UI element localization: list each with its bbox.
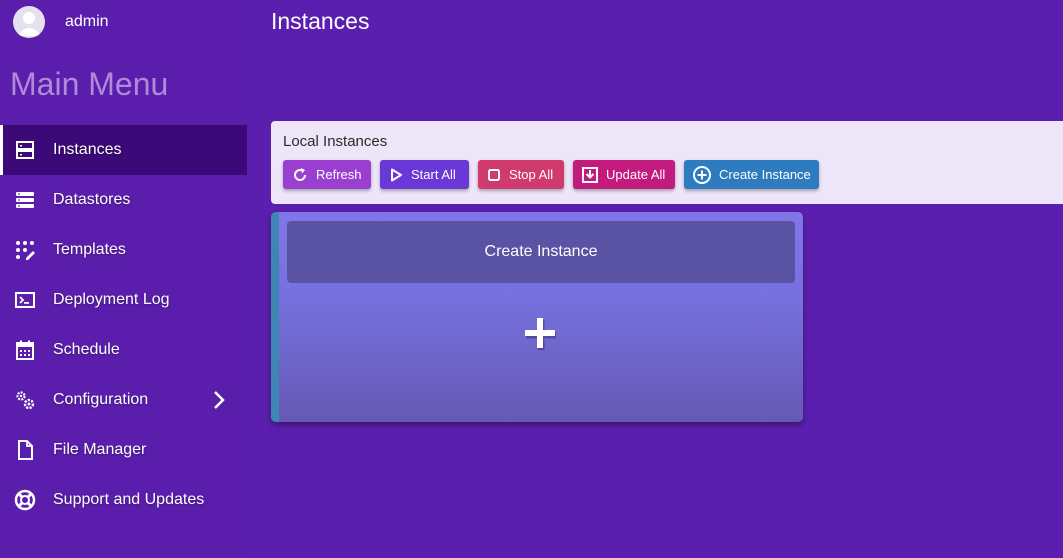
plus-icon — [525, 318, 556, 350]
file-icon — [18, 440, 33, 460]
menu-title: Main Menu — [10, 66, 169, 102]
sidebar-item-configuration[interactable]: Configuration — [0, 375, 247, 425]
card-title: Create Instance — [484, 243, 598, 260]
toolbar: Refresh Start All Stop All Update All Cr… — [283, 160, 828, 189]
refresh-button[interactable]: Refresh — [283, 160, 371, 189]
sidebar-item-label: Configuration — [53, 391, 149, 408]
datastore-icon — [16, 192, 34, 208]
sidebar: admin Main Menu Instances Datastores Tem… — [0, 0, 247, 558]
sidebar-item-schedule[interactable]: Schedule — [0, 325, 247, 375]
update-all-button[interactable]: Update All — [573, 160, 675, 189]
play-icon — [391, 168, 402, 181]
server-icon — [16, 141, 34, 159]
chevron-right-icon[interactable] — [208, 389, 230, 411]
sidebar-item-support-and-updates[interactable]: Support and Updates — [0, 475, 247, 525]
terminal-icon — [15, 292, 35, 308]
update-all-label: Update All — [606, 167, 666, 182]
stop-all-label: Stop All — [509, 167, 554, 182]
sidebar-item-label: File Manager — [53, 441, 147, 458]
user-info[interactable]: admin — [13, 6, 109, 38]
card-accent-stripe — [271, 212, 279, 422]
sidebar-item-deployment-log[interactable]: Deployment Log — [0, 275, 247, 325]
templates-icon — [16, 241, 35, 260]
sidebar-item-label: Support and Updates — [53, 491, 205, 508]
add-circle-icon — [693, 165, 711, 184]
create-instance-label: Create Instance — [719, 167, 811, 182]
user-icon — [17, 12, 41, 36]
create-instance-card[interactable]: Create Instance — [271, 212, 803, 422]
refresh-icon — [294, 167, 307, 181]
sidebar-item-label: Datastores — [53, 191, 131, 208]
sidebar-menu: Instances Datastores Templates Deploymen… — [0, 125, 247, 525]
sidebar-item-datastores[interactable]: Datastores — [0, 175, 247, 225]
create-instance-button[interactable]: Create Instance — [684, 160, 819, 189]
page-title: Instances — [271, 8, 370, 34]
sidebar-item-instances[interactable]: Instances — [0, 125, 247, 175]
refresh-label: Refresh — [316, 167, 362, 182]
calendar-icon — [16, 340, 34, 360]
lifebuoy-icon — [14, 489, 36, 511]
download-icon — [582, 166, 598, 183]
sidebar-item-label: Schedule — [53, 341, 120, 358]
avatar[interactable] — [13, 6, 45, 38]
stop-all-button[interactable]: Stop All — [478, 160, 564, 189]
local-instances-panel: Local Instances Refresh Start All Stop A… — [271, 121, 1063, 204]
sidebar-item-label: Instances — [53, 141, 122, 158]
start-all-button[interactable]: Start All — [380, 160, 469, 189]
sidebar-item-label: Templates — [53, 241, 126, 258]
stop-icon — [488, 168, 500, 181]
sidebar-item-label: Deployment Log — [53, 291, 170, 308]
start-all-label: Start All — [411, 167, 456, 182]
sidebar-item-file-manager[interactable]: File Manager — [0, 425, 247, 475]
panel-title: Local Instances — [283, 133, 388, 150]
sidebar-item-templates[interactable]: Templates — [0, 225, 247, 275]
card-header: Create Instance — [287, 221, 795, 283]
gears-icon — [16, 391, 35, 410]
username: admin — [65, 13, 109, 30]
